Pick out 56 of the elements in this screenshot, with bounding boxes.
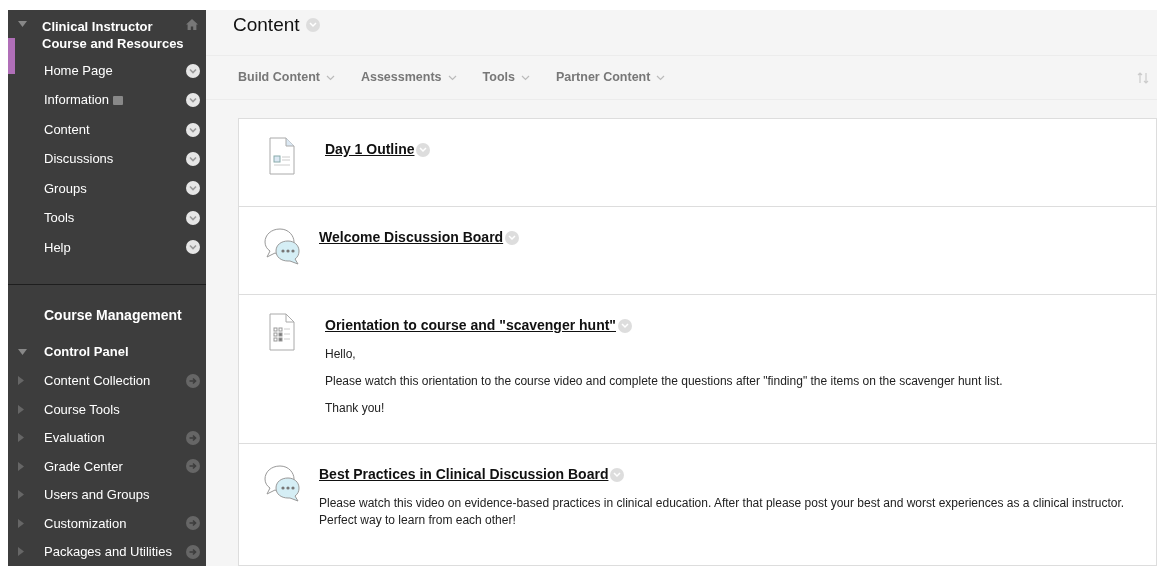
chevron-icon[interactable] <box>186 210 200 225</box>
course-title: Clinical Instructor Course and Resources <box>42 18 185 52</box>
panel-item[interactable]: Customization <box>44 513 186 533</box>
expand-triangle-icon[interactable] <box>18 547 24 557</box>
menu-label[interactable]: Information <box>44 90 110 110</box>
panel-item[interactable]: Users and Groups <box>44 485 200 505</box>
panel-item[interactable]: Grade Center <box>44 456 186 476</box>
toolbar-menu[interactable]: Partner Content <box>555 68 666 87</box>
item-title-link[interactable]: Day 1 Outline <box>325 139 415 160</box>
collapse-triangle-icon[interactable] <box>18 348 28 355</box>
caret-icon <box>325 74 335 81</box>
toolbar-menu[interactable]: Tools <box>482 68 530 87</box>
toolbar-menu[interactable]: Build Content <box>238 68 335 87</box>
document-icon <box>269 137 295 175</box>
menu-label[interactable]: Content <box>44 119 90 140</box>
checklist-document-icon <box>269 313 295 351</box>
description-text: Thank you! <box>325 400 386 417</box>
chevron-icon[interactable] <box>186 93 200 108</box>
menu-label[interactable]: Tools <box>44 208 75 228</box>
expand-triangle-icon[interactable] <box>18 518 24 528</box>
panel-item[interactable]: Packages and Utilities <box>44 542 186 562</box>
item-title-link[interactable]: Welcome Discussion Board <box>319 227 504 248</box>
chevron-icon[interactable] <box>186 152 200 167</box>
menu-label[interactable]: Discussions <box>44 149 114 169</box>
expand-triangle-icon[interactable] <box>18 433 24 443</box>
panel-item[interactable]: Content Collection <box>44 371 186 391</box>
panel-title[interactable]: Control Panel <box>44 342 129 362</box>
chevron-icon[interactable] <box>186 122 200 137</box>
caret-icon <box>520 74 530 81</box>
item-title-link[interactable]: Best Practices in Clinical Discussion Board <box>319 464 609 485</box>
sort-icon[interactable] <box>1137 70 1149 85</box>
expand-triangle-icon[interactable] <box>18 490 24 500</box>
collapse-triangle-icon[interactable] <box>18 21 28 27</box>
menu-label[interactable]: Home Page <box>44 60 113 81</box>
speech-bubbles-icon <box>263 464 301 502</box>
chevron-icon[interactable] <box>186 181 200 196</box>
expand-triangle-icon[interactable] <box>18 461 24 471</box>
caret-icon <box>447 74 457 81</box>
panel-item[interactable]: Course Tools <box>44 399 200 419</box>
chevron-icon[interactable] <box>186 240 200 255</box>
expand-triangle-icon[interactable] <box>18 404 24 414</box>
item-title-link[interactable]: Orientation to course and "scavenger hunt" <box>325 315 616 336</box>
toolbar-menu[interactable]: Assessments <box>360 68 457 87</box>
description-text: Please watch this video on evidence-based practices in clinical education. After that please post your best and worst experiences as a clinical instructor. Perfect way to learn from each other! <box>319 495 1126 529</box>
menu-label[interactable]: Groups <box>44 178 87 199</box>
expand-triangle-icon[interactable] <box>18 376 24 386</box>
chevron-icon[interactable] <box>186 63 200 78</box>
description-text: Please watch this orientation to the course video and complete the questions after "finding" the items on the scavenger hunt list. <box>325 373 1004 390</box>
section-heading: Course Management <box>44 307 182 324</box>
page-title: Content <box>233 13 300 37</box>
panel-item[interactable]: Evaluation <box>44 428 186 448</box>
caret-icon <box>656 74 666 81</box>
home-icon[interactable] <box>186 19 198 30</box>
menu-label[interactable]: Help <box>44 237 71 258</box>
description-text: Hello, <box>325 346 357 363</box>
speech-bubbles-icon <box>263 227 301 265</box>
